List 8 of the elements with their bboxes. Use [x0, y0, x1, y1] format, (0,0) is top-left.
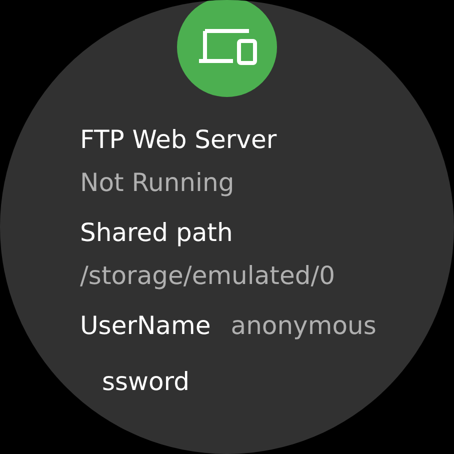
item-label: UserName [80, 311, 211, 341]
laptop-phone-icon [197, 27, 257, 67]
item-label: ssword [101, 367, 190, 396]
item-label: FTP Web Server [80, 125, 278, 155]
item-value: /storage/emulated/0 [80, 261, 336, 291]
item-label: Shared path [80, 218, 234, 248]
item-value: anonymous [230, 311, 376, 341]
item-value: Not Running [80, 168, 236, 198]
